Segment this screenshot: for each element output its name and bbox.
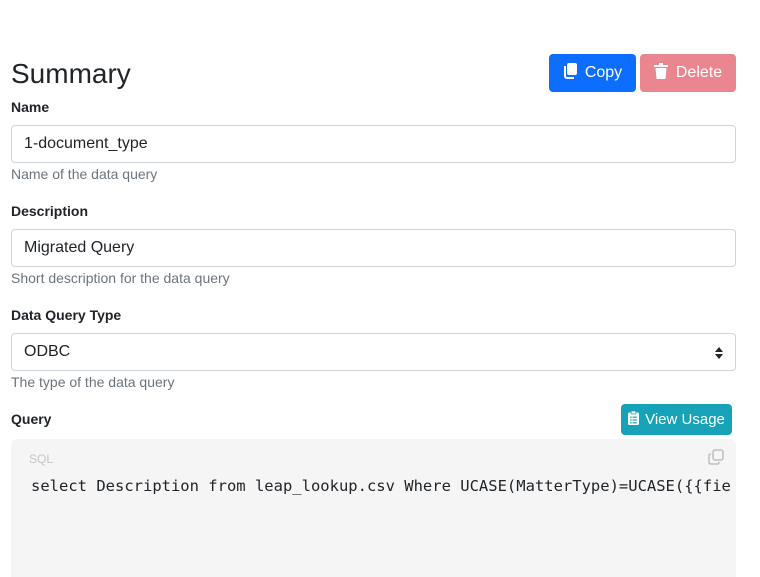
copy-icon (563, 62, 577, 84)
clipboard-list-icon (628, 410, 640, 429)
query-type-select[interactable]: ODBC (11, 333, 736, 371)
query-type-help-text: The type of the data query (11, 374, 175, 390)
sort-caret-icon (715, 346, 723, 359)
query-code-text: select Description from leap_lookup.csv … (31, 477, 731, 495)
description-label: Description (11, 203, 89, 219)
name-help-text: Name of the data query (11, 166, 158, 182)
description-help-text: Short description for the data query (11, 270, 230, 286)
copy-button-label: Copy (584, 64, 623, 81)
name-field-value: 1-document_type (24, 135, 148, 152)
view-usage-label: View Usage (645, 411, 725, 428)
copy-button[interactable]: Copy (549, 54, 636, 92)
copy-outline-icon[interactable] (708, 449, 724, 465)
query-code-editor[interactable]: SQL select Description from leap_lookup.… (11, 439, 736, 577)
query-label: Query (11, 411, 52, 427)
description-field[interactable]: Migrated Query (11, 229, 736, 267)
query-type-selected-value: ODBC (24, 343, 71, 360)
page-title: Summary (11, 58, 131, 89)
code-language-label: SQL (29, 452, 54, 466)
delete-button[interactable]: Delete (640, 54, 736, 92)
name-field[interactable]: 1-document_type (11, 125, 736, 163)
description-field-value: Migrated Query (24, 239, 135, 256)
delete-button-label: Delete (675, 64, 723, 81)
name-label: Name (11, 99, 50, 115)
trash-icon (653, 62, 668, 84)
query-type-label: Data Query Type (11, 307, 122, 323)
view-usage-button[interactable]: View Usage (621, 404, 732, 435)
